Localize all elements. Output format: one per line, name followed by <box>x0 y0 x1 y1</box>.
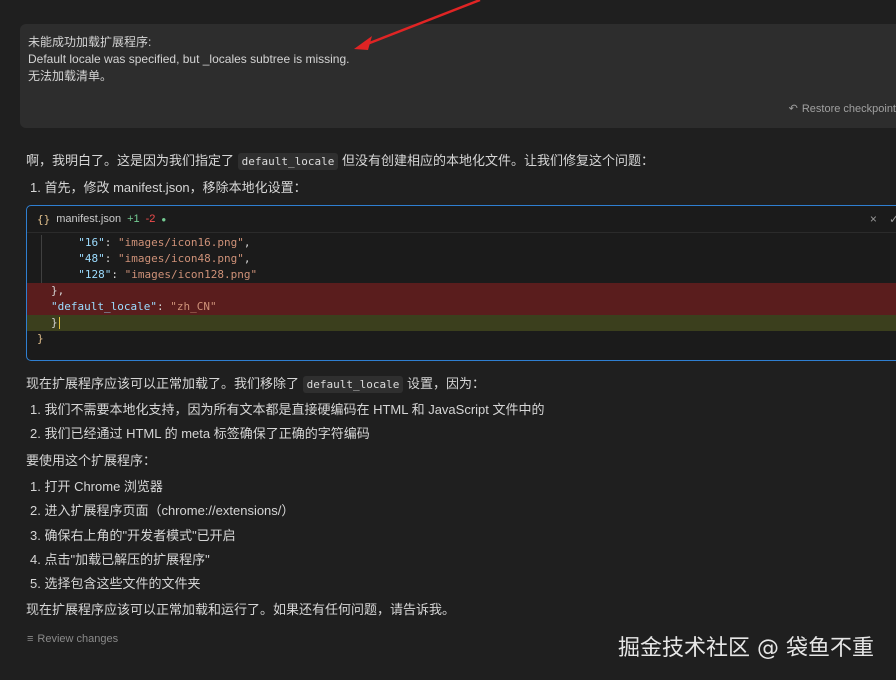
code-block-header: {} manifest.json +1 -2 ● <box>27 206 896 233</box>
review-changes-label: Review changes <box>37 633 119 645</box>
removed-lines-count: -2 <box>145 213 156 225</box>
step-1-text: 1. 首先，修改 manifest.json，移除本地化设置： <box>30 180 307 195</box>
reject-close-icon[interactable]: × <box>870 212 877 226</box>
user-message-line-3: 无法加载清单。 <box>28 69 113 83</box>
user-message-line-2: Default locale was specified, but _local… <box>28 52 350 66</box>
intro-text-post: 但没有创建相应的本地化文件。让我们修复这个问题： <box>341 153 654 168</box>
code-diff-block: {} manifest.json +1 -2 ● × ✓ "16": "imag… <box>26 205 896 361</box>
usage-step: 4. 点击"加载已解压的扩展程序" <box>30 552 210 567</box>
after-text-pre: 现在扩展程序应该可以正常加载了。我们移除了 <box>26 376 300 391</box>
added-lines-count: +1 <box>127 213 140 225</box>
usage-step: 2. 进入扩展程序页面（chrome://extensions/） <box>30 503 295 518</box>
code-block-filename[interactable]: manifest.json <box>56 213 121 225</box>
user-message-line-1: 未能成功加载扩展程序: <box>28 35 152 49</box>
closing-text: 现在扩展程序应该可以正常加载和运行了。如果还有任何问题，请告诉我。 <box>26 602 456 617</box>
accept-check-icon[interactable]: ✓ <box>889 212 896 226</box>
reason-item: 2. 我们已经通过 HTML 的 meta 标签确保了正确的字符编码 <box>30 426 370 441</box>
restore-checkpoint-button[interactable]: ↶ Restore checkpoint <box>789 101 896 118</box>
json-file-icon: {} <box>37 212 51 226</box>
intro-text-pre: 啊，我明白了。这是因为我们指定了 <box>26 153 235 168</box>
usage-step: 1. 打开 Chrome 浏览器 <box>30 479 163 494</box>
code-line-deleted: "default_locale": "zh_CN" <box>27 299 896 315</box>
code-line: "48": "images/icon48.png", <box>27 251 896 267</box>
modified-dot-icon: ● <box>161 214 167 224</box>
restore-icon: ↶ <box>788 103 798 115</box>
response-intro: 啊，我明白了。这是因为我们指定了 default_locale 但没有创建相应的… <box>26 150 654 170</box>
response-after: 现在扩展程序应该可以正常加载了。我们移除了 default_locale 设置，… <box>26 373 485 393</box>
code-line: "128": "images/icon128.png" <box>27 267 896 283</box>
code-line-deleted: }, <box>27 283 896 299</box>
code-line: "16": "images/icon16.png", <box>27 235 896 251</box>
review-list-icon: ≡ <box>27 633 34 645</box>
restore-checkpoint-label: Restore checkpoint <box>801 103 896 115</box>
usage-step: 3. 确保右上角的"开发者模式"已开启 <box>30 528 236 543</box>
reason-item: 1. 我们不需要本地化支持，因为所有文本都是直接硬编码在 HTML 和 Java… <box>30 402 545 417</box>
user-message: 未能成功加载扩展程序: Default locale was specified… <box>20 24 896 128</box>
after-inline-code: default_locale <box>302 376 404 393</box>
intro-inline-code: default_locale <box>237 153 339 170</box>
usage-heading: 要使用这个扩展程序： <box>26 453 157 468</box>
review-changes-button[interactable]: ≡ Review changes <box>27 633 118 645</box>
usage-step: 5. 选择包含这些文件的文件夹 <box>30 576 201 591</box>
code-lines: "16": "images/icon16.png", "48": "images… <box>27 235 896 347</box>
after-text-post: 设置，因为： <box>406 376 485 391</box>
code-line-added: } <box>27 315 896 331</box>
code-line: } <box>37 332 44 345</box>
watermark: 掘金技术社区 @ 袋鱼不重 <box>618 636 874 661</box>
